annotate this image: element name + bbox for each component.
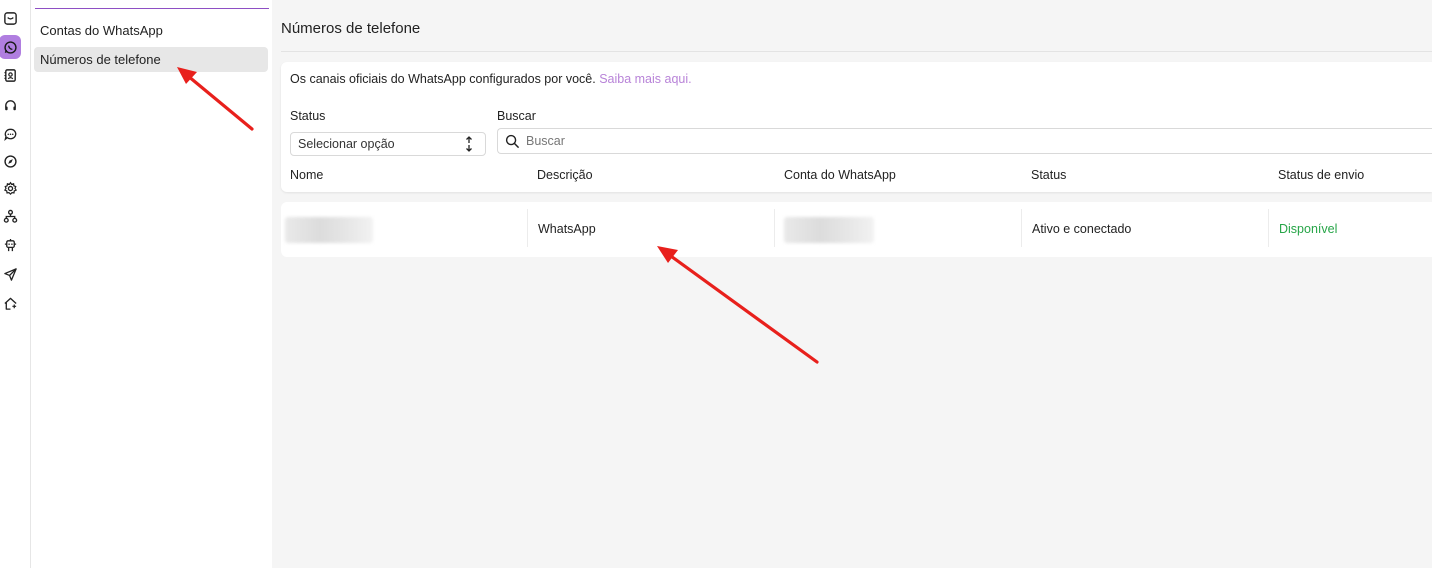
column-header-nome[interactable]: Nome — [290, 168, 323, 182]
main-content: Números de telefone Os canais oficiais d… — [272, 0, 1432, 568]
send-icon[interactable] — [0, 263, 20, 285]
chat-icon[interactable] — [0, 123, 20, 145]
info-text: Os canais oficiais do WhatsApp configura… — [290, 72, 692, 86]
row-status: Ativo e conectado — [1032, 222, 1132, 236]
table-row[interactable]: WhatsApp Ativo e conectado Disponível — [281, 202, 1432, 257]
column-header-conta[interactable]: Conta do WhatsApp — [784, 168, 896, 182]
whatsapp-icon[interactable] — [0, 35, 21, 59]
sidebar-item-contas-whatsapp[interactable]: Contas do WhatsApp — [34, 18, 268, 43]
search-input[interactable] — [526, 132, 826, 150]
bot-icon[interactable] — [0, 234, 20, 256]
sort-arrows-icon — [466, 136, 472, 152]
cell-divider — [1021, 209, 1022, 247]
cell-divider — [1268, 209, 1269, 247]
sidebar-item-numeros-telefone[interactable]: Números de telefone — [34, 47, 268, 72]
redacted-account — [784, 217, 874, 243]
cell-divider — [774, 209, 775, 247]
contacts-icon[interactable] — [0, 64, 20, 86]
sidebar-item-label: Números de telefone — [40, 52, 161, 67]
home-icon[interactable] — [0, 292, 20, 314]
headset-icon[interactable] — [0, 94, 20, 116]
search-field[interactable] — [497, 128, 1432, 154]
compass-icon[interactable] — [0, 150, 20, 172]
search-icon — [505, 134, 520, 149]
filter-card: Os canais oficiais do WhatsApp configura… — [281, 62, 1432, 192]
row-status-envio: Disponível — [1279, 222, 1338, 236]
column-header-descricao[interactable]: Descrição — [537, 168, 593, 182]
status-filter-label: Status — [290, 109, 326, 123]
cell-divider — [527, 209, 528, 247]
sidebar-item-label: Contas do WhatsApp — [40, 23, 163, 38]
redacted-name — [285, 217, 373, 243]
network-icon[interactable] — [0, 205, 20, 227]
status-select[interactable]: Selecionar opção — [290, 132, 486, 156]
icon-rail — [0, 0, 31, 568]
title-divider — [281, 51, 1432, 52]
info-description: Os canais oficiais do WhatsApp configura… — [290, 72, 596, 86]
row-descricao: WhatsApp — [538, 222, 596, 236]
search-filter-label: Buscar — [497, 109, 536, 123]
column-header-status-envio[interactable]: Status de envio — [1278, 168, 1364, 182]
sidebar-accent-line — [35, 8, 269, 9]
learn-more-link[interactable]: Saiba mais aqui. — [599, 72, 691, 86]
status-select-value: Selecionar opção — [298, 137, 395, 151]
secondary-sidebar: Contas do WhatsApp Números de telefone — [31, 0, 272, 568]
settings-icon[interactable] — [0, 177, 20, 199]
column-header-status[interactable]: Status — [1031, 168, 1066, 182]
page-title: Números de telefone — [281, 20, 421, 37]
inbox-icon[interactable] — [0, 7, 20, 29]
